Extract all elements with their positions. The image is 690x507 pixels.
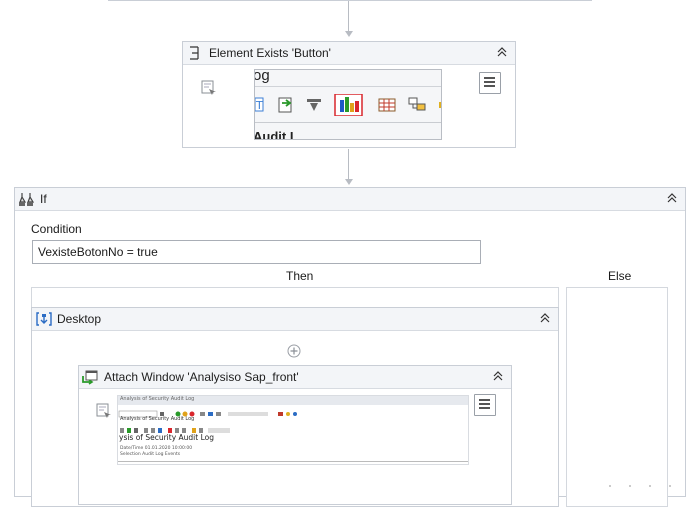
preview-heading: ysis of Security Audit Log [119,433,214,442]
preview-toolbar-icons: T [255,93,441,117]
window-screenshot-preview: Analysis of Security Audit Log Analysis … [117,395,469,465]
collapse-icon[interactable] [665,191,679,205]
menu-icon[interactable] [479,72,501,94]
previous-activity-box[interactable] [108,0,592,1]
selector-icon[interactable] [201,80,217,96]
selector-icon[interactable] [96,403,112,419]
attach-window-title: Attach Window 'Analysiso Sap_front' [104,370,299,384]
activity-title: Element Exists 'Button' [209,46,331,60]
desktop-title: Desktop [57,312,102,326]
desktop-activity[interactable]: Desktop Attach Window 'Analysiso Sap_fro… [31,307,559,507]
connector-arrow [345,31,353,37]
collapse-icon[interactable] [538,311,552,325]
preview-detail-2: Selection Audit Log Events [120,452,181,457]
preview-detail-1: Date/Time 01.01.2020 10:00:00 [120,446,193,451]
preview-text-bottom: Audit L [254,129,298,140]
if-activity[interactable]: If Condition VexisteBotonNo = true Then … [14,187,686,507]
resize-grip[interactable] [600,477,690,487]
attach-window-activity[interactable]: Attach Window 'Analysiso Sap_front' Anal… [78,365,512,505]
desktop-icon [36,311,52,327]
then-label: Then [286,269,314,283]
menu-icon[interactable] [474,394,496,416]
collapse-icon[interactable] [491,369,505,383]
svg-text:T: T [255,99,263,112]
preview-subtitle-small: Analysis of Security Audit Log [120,416,195,422]
collapse-icon[interactable] [495,45,509,59]
if-header[interactable]: If [15,188,685,211]
element-exists-icon [189,46,201,60]
else-branch[interactable] [566,287,668,507]
if-icon [18,191,35,207]
preview-text-top: og [254,69,270,84]
element-exists-activity[interactable]: Element Exists 'Button' og T Audit L [182,41,516,148]
desktop-header[interactable]: Desktop [32,308,558,331]
connector-arrow [345,179,353,185]
attach-window-icon [82,369,98,385]
activity-header[interactable]: Element Exists 'Button' [183,42,515,65]
if-title: If [40,192,47,206]
add-activity-icon[interactable] [287,344,301,358]
else-label: Else [608,269,632,283]
preview-window-title: Analysis of Security Audit Log [120,396,195,402]
attach-window-header[interactable]: Attach Window 'Analysiso Sap_front' [79,366,511,389]
element-screenshot-preview: og T Audit L [254,69,442,140]
condition-label: Condition [31,222,82,236]
connector-line [348,1,349,31]
connector-line [348,149,349,179]
condition-input[interactable]: VexisteBotonNo = true [32,240,481,264]
